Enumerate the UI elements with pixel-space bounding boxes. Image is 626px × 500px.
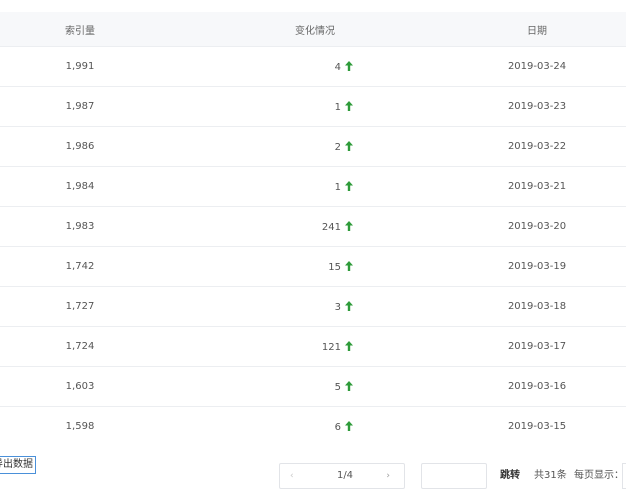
date-value: 2019-03-24	[507, 61, 567, 72]
change-cell: 2	[253, 140, 353, 153]
date-value: 2019-03-15	[507, 421, 567, 432]
change-cell: 4	[253, 60, 353, 73]
jump-button[interactable]: 跳转	[500, 463, 520, 489]
arrow-up-icon	[345, 100, 353, 111]
date-value: 2019-03-19	[507, 261, 567, 272]
change-cell: 1	[253, 100, 353, 113]
table-header: 索引量 变化情况 日期	[0, 12, 626, 46]
change-value: 1	[334, 101, 341, 113]
table-row: 1,984 1 2019-03-21	[0, 166, 626, 206]
change-value: 4	[334, 61, 341, 73]
header-change: 变化情况	[295, 25, 335, 37]
change-value: 3	[334, 301, 341, 313]
change-cell: 6	[253, 420, 353, 433]
date-value: 2019-03-17	[507, 341, 567, 352]
change-value: 5	[334, 381, 341, 393]
change-cell: 1	[253, 180, 353, 193]
index-value: 1,984	[65, 181, 95, 192]
change-value: 1	[334, 181, 341, 193]
date-value: 2019-03-16	[507, 381, 567, 392]
index-history-page: 索引量 变化情况 日期 1,991 4 2019-03-24 1,987 1 2019-0…	[0, 0, 626, 500]
header-index: 索引量	[65, 25, 95, 37]
index-value: 1,986	[65, 141, 95, 152]
chevron-left-icon[interactable]: ‹	[290, 464, 294, 488]
index-value: 1,742	[65, 261, 95, 272]
arrow-up-icon	[345, 300, 353, 311]
table-row: 1,983 241 2019-03-20	[0, 206, 626, 246]
change-value: 2	[334, 141, 341, 153]
arrow-up-icon	[345, 60, 353, 71]
table-row: 1,724 121 2019-03-17	[0, 326, 626, 366]
page-indicator: 1/4	[336, 470, 354, 481]
export-data-button[interactable]: 导出数据	[0, 456, 36, 474]
index-value: 1,724	[65, 341, 95, 352]
change-cell: 121	[253, 340, 353, 353]
header-date: 日期	[527, 25, 547, 37]
index-value: 1,991	[65, 61, 95, 72]
arrow-up-icon	[345, 260, 353, 271]
change-value: 121	[321, 341, 341, 353]
change-cell: 241	[253, 220, 353, 233]
table-row: 1,987 1 2019-03-23	[0, 86, 626, 126]
date-value: 2019-03-21	[507, 181, 567, 192]
arrow-up-icon	[345, 380, 353, 391]
change-value: 6	[334, 421, 341, 433]
arrow-up-icon	[345, 420, 353, 431]
arrow-up-icon	[345, 140, 353, 151]
change-value: 15	[328, 261, 341, 273]
index-value: 1,727	[65, 301, 95, 312]
table-row: 1,986 2 2019-03-22	[0, 126, 626, 166]
index-table: 索引量 变化情况 日期 1,991 4 2019-03-24 1,987 1 2019-0…	[0, 12, 626, 446]
change-cell: 15	[253, 260, 353, 273]
change-value: 241	[321, 221, 341, 233]
table-row: 1,742 15 2019-03-19	[0, 246, 626, 286]
table-footer: 导出数据 ‹ 1/4 › 跳转 共31条 每页显示：	[0, 450, 626, 490]
arrow-up-icon	[345, 220, 353, 231]
date-value: 2019-03-18	[507, 301, 567, 312]
date-value: 2019-03-20	[507, 221, 567, 232]
change-cell: 5	[253, 380, 353, 393]
index-value: 1,987	[65, 101, 95, 112]
chevron-right-icon[interactable]: ›	[386, 464, 390, 488]
pagination: ‹ 1/4 ›	[279, 463, 405, 489]
change-cell: 3	[253, 300, 353, 313]
table-row: 1,598 6 2019-03-15	[0, 406, 626, 446]
index-value: 1,598	[65, 421, 95, 432]
table-body: 1,991 4 2019-03-24 1,987 1 2019-03-23 1,986 2 20…	[0, 46, 626, 446]
date-value: 2019-03-22	[507, 141, 567, 152]
index-value: 1,983	[65, 221, 95, 232]
table-row: 1,991 4 2019-03-24	[0, 46, 626, 86]
per-page-label: 每页显示：	[574, 470, 624, 481]
arrow-up-icon	[345, 180, 353, 191]
per-page-select[interactable]	[622, 463, 626, 489]
arrow-up-icon	[345, 340, 353, 351]
jump-page-input[interactable]	[421, 463, 487, 489]
index-value: 1,603	[65, 381, 95, 392]
date-value: 2019-03-23	[507, 101, 567, 112]
table-row: 1,603 5 2019-03-16	[0, 366, 626, 406]
table-row: 1,727 3 2019-03-18	[0, 286, 626, 326]
total-count: 共31条	[534, 470, 567, 481]
